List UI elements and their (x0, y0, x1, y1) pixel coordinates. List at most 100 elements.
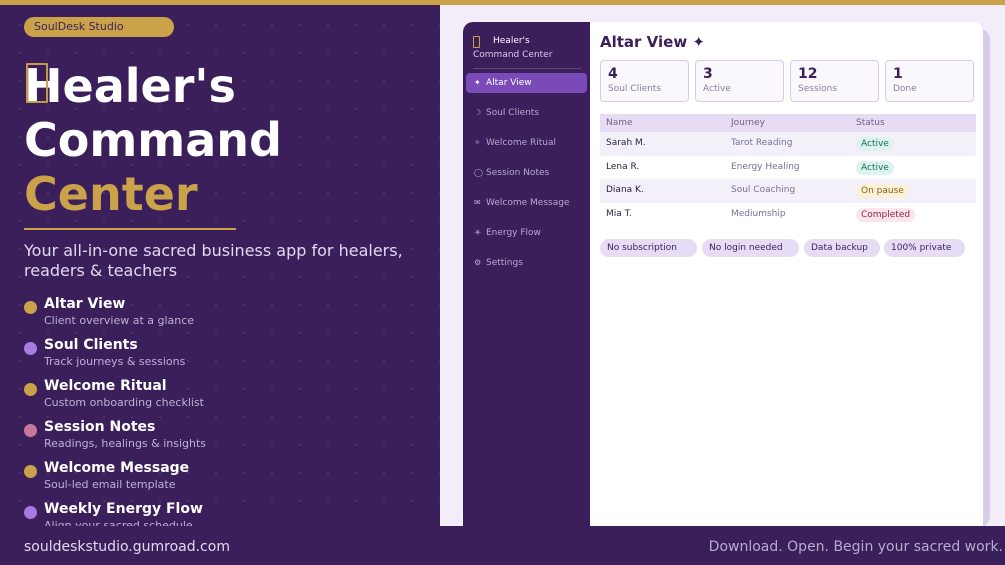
table-row[interactable]: Diana K. Soul Coaching On pause (600, 179, 976, 203)
cell-name: Diana K. (606, 185, 644, 195)
sidebar-item-label: Welcome Ritual (486, 138, 557, 148)
sidebar-item-label: Energy Flow (486, 228, 541, 238)
feature-title: Session Notes (44, 419, 156, 435)
stat-card-done: 1 Done (885, 60, 974, 102)
brand-badge: SoulDesk Studio (24, 17, 174, 37)
status-badge: Active (856, 137, 894, 151)
hero-title-line-2: Command (24, 113, 282, 167)
feature-list: Altar View Client overview at a glance S… (24, 295, 424, 526)
hero-panel: SoulDesk Studio Healer's Command Center … (0, 5, 440, 526)
feature-item: Soul Clients Track journeys & sessions (24, 336, 424, 377)
feature-item: Session Notes Readings, healings & insig… (24, 418, 424, 459)
circle-icon: ◯ (474, 168, 483, 177)
stat-label: Done (893, 84, 917, 94)
tag-pill: Data backup (804, 239, 880, 257)
feature-item: Welcome Ritual Custom onboarding checkli… (24, 377, 424, 418)
feature-description: Custom onboarding checklist (44, 396, 204, 409)
hero-subtitle: Your all-in-one sacred business app for … (24, 241, 403, 280)
feature-description: Align your sacred schedule (44, 519, 193, 526)
tag-pill: No subscription (600, 239, 697, 257)
sidebar-title: Healer's (493, 36, 530, 46)
bullet-dot-icon (24, 424, 37, 437)
sidebar-item-label: Welcome Message (486, 198, 570, 208)
logo-mark-icon (473, 36, 480, 48)
stat-value: 4 (608, 66, 618, 82)
feature-description: Readings, healings & insights (44, 437, 207, 450)
sidebar-item-label: Session Notes (486, 168, 550, 178)
app-main: Altar View ✦ 4 Soul Clients 3 Active 12 … (590, 22, 983, 526)
bullet-dot-icon (24, 342, 37, 355)
status-badge: On pause (856, 184, 909, 198)
sidebar-item-session-notes[interactable]: ◯ Session Notes (466, 163, 587, 183)
hero-title-line-1: Healer's (24, 59, 236, 113)
column-header-journey: Journey (731, 118, 765, 128)
stat-value: 1 (893, 66, 903, 82)
sidebar-divider (473, 68, 581, 69)
stat-label: Sessions (798, 84, 838, 94)
sidebar-item-settings[interactable]: ⚙ Settings (466, 253, 587, 273)
sidebar-item-label: Settings (486, 258, 523, 268)
status-badge: Completed (856, 207, 916, 222)
column-header-status: Status (856, 118, 885, 128)
sparkle-icon: ✦ (474, 78, 481, 87)
table-row[interactable]: Mia T. Mediumship Completed (600, 203, 976, 227)
cell-name: Sarah M. (606, 138, 646, 148)
tag-pill: No login needed (702, 239, 799, 257)
bullet-dot-icon (24, 301, 37, 314)
sidebar-item-welcome-message[interactable]: ✉ Welcome Message (466, 193, 587, 213)
feature-item: Weekly Energy Flow Align your sacred sch… (24, 500, 424, 526)
bullet-dot-icon (24, 465, 37, 478)
stat-label: Active (703, 84, 731, 94)
table-header: Name Journey Status (600, 114, 976, 132)
sun-icon: ☀ (474, 228, 482, 237)
feature-title: Soul Clients (44, 337, 138, 353)
cell-journey: Soul Coaching (731, 185, 796, 195)
stat-card-soul-clients: 4 Soul Clients (600, 60, 689, 102)
feature-description: Soul-led email template (44, 478, 176, 491)
table-row[interactable]: Sarah M. Tarot Reading Active (600, 132, 976, 156)
hero-title: Healer's Command Center (24, 59, 282, 221)
feature-description: Client overview at a glance (44, 314, 195, 327)
footer-tagline: Download. Open. Begin your sacred work. (708, 539, 1003, 555)
feature-item: Welcome Message Soul-led email template (24, 459, 424, 500)
hero-title-line-3: Center (24, 167, 198, 221)
hero-divider (24, 228, 236, 230)
tag-pill: 100% private (884, 239, 965, 257)
column-header-name: Name (606, 118, 633, 128)
cell-journey: Mediumship (731, 208, 786, 219)
footer-bar: souldeskstudio.gumroad.com Download. Ope… (0, 526, 1005, 565)
sidebar-item-soul-clients[interactable]: ☽ Soul Clients (466, 103, 587, 123)
feature-title: Welcome Ritual (44, 378, 167, 394)
bullet-dot-icon (24, 506, 37, 519)
gear-icon: ⚙ (474, 258, 482, 267)
app-sidebar: Healer's Command Center ✦ Altar View ☽ Sou… (463, 22, 590, 526)
sidebar-subtitle: Command Center (473, 50, 553, 60)
sidebar-item-label: Soul Clients (486, 108, 540, 118)
sidebar-item-energy-flow[interactable]: ☀ Energy Flow (466, 223, 587, 243)
sidebar-item-label: Altar View (486, 78, 532, 88)
cell-name: Mia T. (606, 208, 632, 219)
stat-value: 3 (703, 66, 713, 82)
status-badge: Active (856, 160, 894, 175)
envelope-icon: ✉ (474, 198, 481, 207)
sidebar-item-altar-view[interactable]: ✦ Altar View (466, 73, 587, 93)
bullet-dot-icon (24, 383, 37, 396)
table-row[interactable]: Lena R. Energy Healing Active (600, 156, 976, 180)
cell-journey: Tarot Reading (731, 138, 793, 148)
logo-mark-icon (26, 63, 48, 103)
feature-title: Altar View (44, 296, 126, 312)
cell-name: Lena R. (606, 161, 640, 172)
page-title: Altar View ✦ (600, 33, 705, 51)
clients-table: Name Journey Status Sarah M. Tarot Readi… (600, 114, 976, 226)
stat-label: Soul Clients (608, 84, 662, 94)
store-link[interactable]: souldeskstudio.gumroad.com (24, 538, 230, 556)
moon-icon: ☽ (474, 108, 482, 117)
cell-journey: Energy Healing (731, 161, 800, 172)
star-icon: ✧ (474, 138, 481, 147)
sidebar-nav: ✦ Altar View ☽ Soul Clients ✧ Welcome Ritua… (466, 73, 587, 283)
feature-title: Welcome Message (44, 460, 190, 476)
stat-value: 12 (798, 66, 818, 82)
sidebar-item-welcome-ritual[interactable]: ✧ Welcome Ritual (466, 133, 587, 153)
stats-row: 4 Soul Clients 3 Active 12 Sessions 1 Do… (600, 60, 976, 102)
stat-card-active: 3 Active (695, 60, 784, 102)
